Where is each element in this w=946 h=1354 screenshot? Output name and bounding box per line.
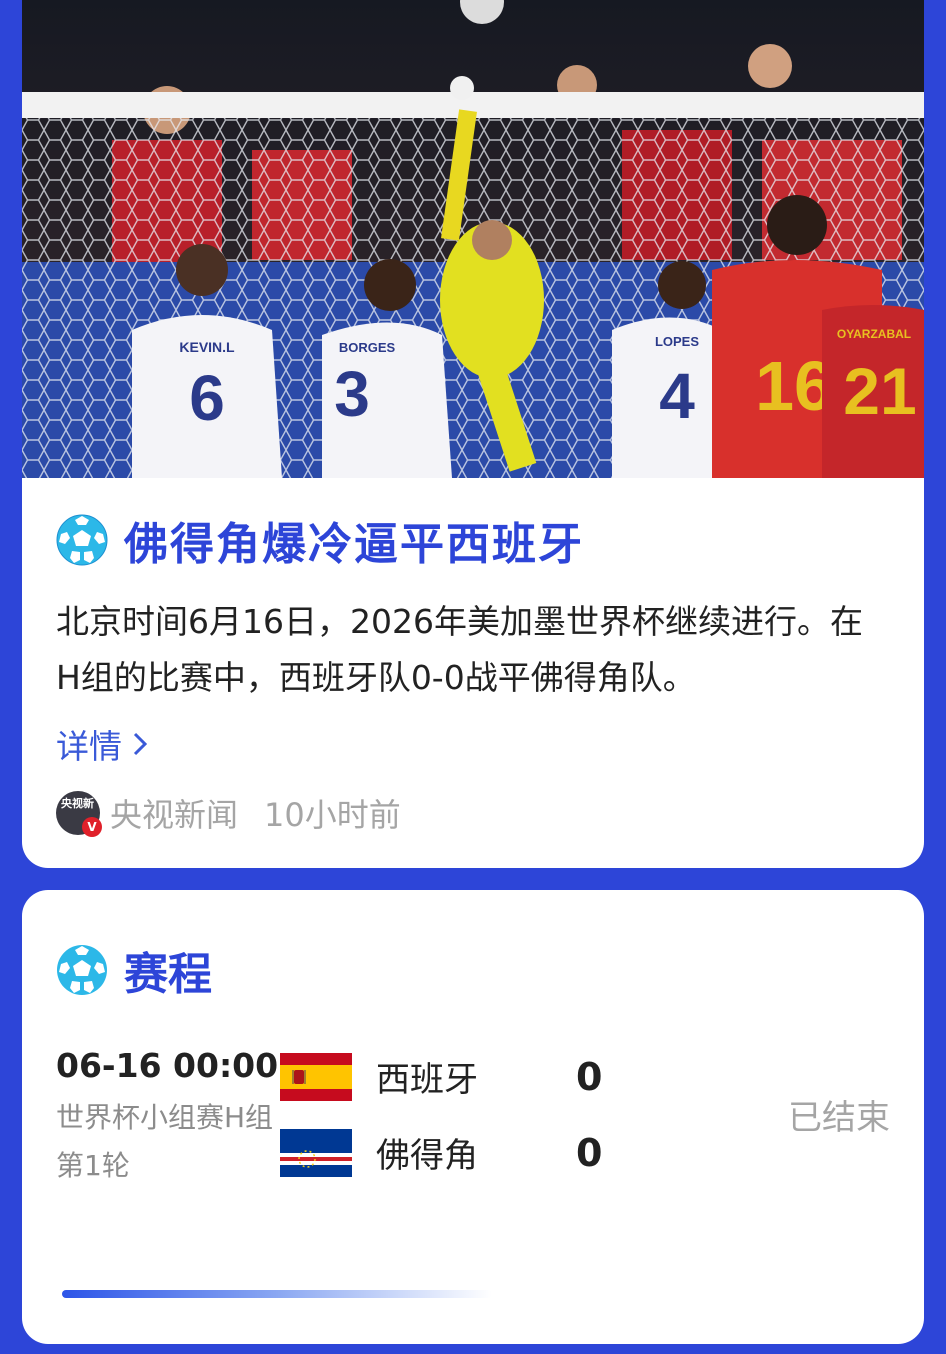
- svg-text:BORGES: BORGES: [339, 340, 396, 355]
- schedule-title: 赛程: [124, 949, 212, 1000]
- soccer-ball-icon: [56, 514, 108, 566]
- news-photo[interactable]: KEVIN.L 6 BORGES 3 LOPES 4 16 OYARZABAL …: [22, 0, 924, 478]
- news-title-row[interactable]: 佛得角爆冷逼平西班牙: [56, 508, 584, 572]
- home-team[interactable]: 西班牙 0: [280, 1052, 602, 1101]
- verified-badge-icon: V: [82, 817, 102, 837]
- svg-text:16: 16: [755, 347, 833, 425]
- svg-text:LOPES: LOPES: [655, 334, 699, 349]
- svg-text:KEVIN.L: KEVIN.L: [179, 339, 235, 355]
- svg-text:6: 6: [189, 362, 225, 434]
- home-team-score: 0: [576, 1054, 603, 1099]
- chevron-right-icon: [133, 732, 148, 756]
- home-team-name: 西班牙: [376, 1060, 478, 1100]
- svg-text:21: 21: [843, 354, 916, 428]
- away-team-name: 佛得角: [376, 1136, 478, 1176]
- match-datetime: 06-16 00:00: [56, 1046, 279, 1085]
- svg-text:3: 3: [334, 358, 370, 430]
- news-title[interactable]: 佛得角爆冷逼平西班牙: [124, 508, 584, 572]
- cape-verde-flag-icon: [280, 1128, 352, 1177]
- details-label[interactable]: 详情: [56, 720, 122, 768]
- soccer-ball-icon: [57, 945, 107, 995]
- away-team-score: 0: [576, 1130, 603, 1175]
- player-spain-21: OYARZABAL 21: [822, 305, 924, 478]
- news-card[interactable]: KEVIN.L 6 BORGES 3 LOPES 4 16 OYARZABAL …: [22, 0, 924, 868]
- spain-flag-icon: [280, 1052, 352, 1101]
- publish-time: 10小时前: [264, 796, 401, 834]
- news-source-row: 央视新 V 央视新闻 10小时前: [56, 790, 401, 837]
- match-photo-illustration: KEVIN.L 6 BORGES 3 LOPES 4 16 OYARZABAL …: [22, 0, 924, 478]
- svg-text:OYARZABAL: OYARZABAL: [837, 327, 911, 341]
- details-link[interactable]: 详情: [56, 720, 148, 768]
- match-status: 已结束: [788, 1098, 890, 1138]
- source-name[interactable]: 央视新闻: [110, 790, 238, 836]
- cctv-news-logo: 央视新 V: [56, 791, 102, 837]
- scroll-indicator: [62, 1290, 492, 1298]
- away-team[interactable]: 佛得角 0: [280, 1128, 602, 1177]
- match-stage: 世界杯小组赛H组第1轮: [56, 1101, 274, 1182]
- news-summary: 北京时间6月16日，2026年美加墨世界杯继续进行。在H组的比赛中，西班牙队0-…: [56, 602, 863, 697]
- schedule-header: 赛程: [56, 938, 212, 1002]
- source-logo-text: 央视新: [61, 797, 94, 810]
- svg-text:4: 4: [659, 360, 695, 432]
- schedule-card: 赛程 06-16 00:00 世界杯小组赛H组第1轮 西班牙 0 佛得角 0 已…: [22, 890, 924, 1344]
